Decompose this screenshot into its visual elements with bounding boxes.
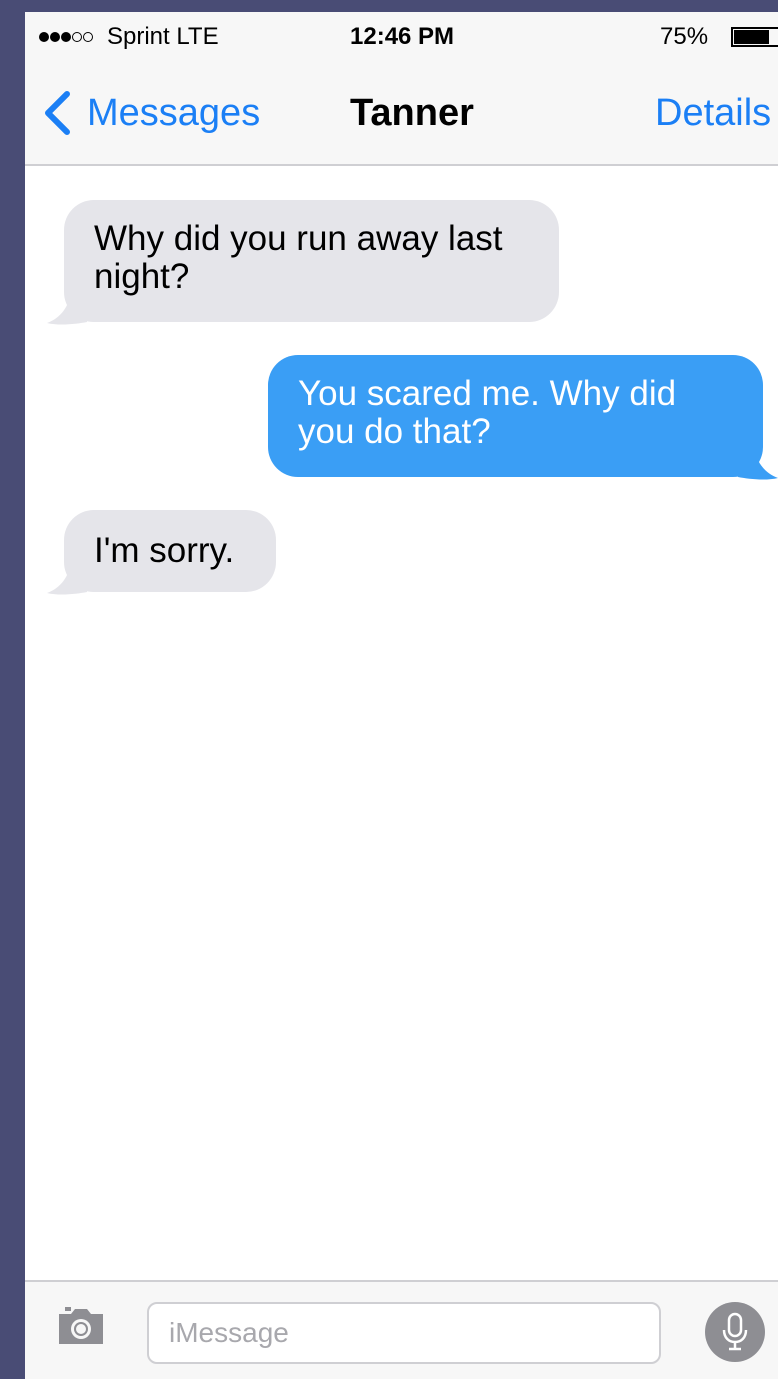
camera-icon[interactable] — [57, 1306, 105, 1346]
phone-screen: Sprint LTE 12:46 PM 75% Messages Tanner … — [25, 12, 778, 1379]
microphone-button[interactable] — [705, 1302, 765, 1362]
outgoing-message[interactable]: You scared me. Why did you do that? — [268, 355, 763, 477]
back-button[interactable]: Messages — [41, 90, 260, 136]
details-button[interactable]: Details — [655, 90, 771, 136]
incoming-message[interactable]: Why did you run away last night? — [64, 200, 559, 322]
battery-percent: 75% — [660, 23, 709, 50]
imessage-input[interactable] — [147, 1302, 661, 1364]
navigation-bar: Messages Tanner Details — [25, 62, 778, 166]
chevron-left-icon — [45, 91, 70, 135]
status-bar: Sprint LTE 12:46 PM 75% — [25, 12, 778, 62]
microphone-icon — [722, 1312, 748, 1351]
signal-dots-icon — [39, 25, 94, 49]
incoming-message[interactable]: I'm sorry. — [64, 510, 276, 592]
contact-name-title: Tanner — [350, 92, 474, 134]
back-button-label: Messages — [87, 92, 261, 134]
message-thread[interactable]: Why did you run away last night? You sca… — [25, 166, 778, 1280]
clock-time: 12:46 PM — [350, 23, 455, 50]
battery-icon — [731, 27, 778, 47]
carrier-label: Sprint LTE — [107, 23, 219, 50]
message-input-bar — [25, 1280, 778, 1379]
